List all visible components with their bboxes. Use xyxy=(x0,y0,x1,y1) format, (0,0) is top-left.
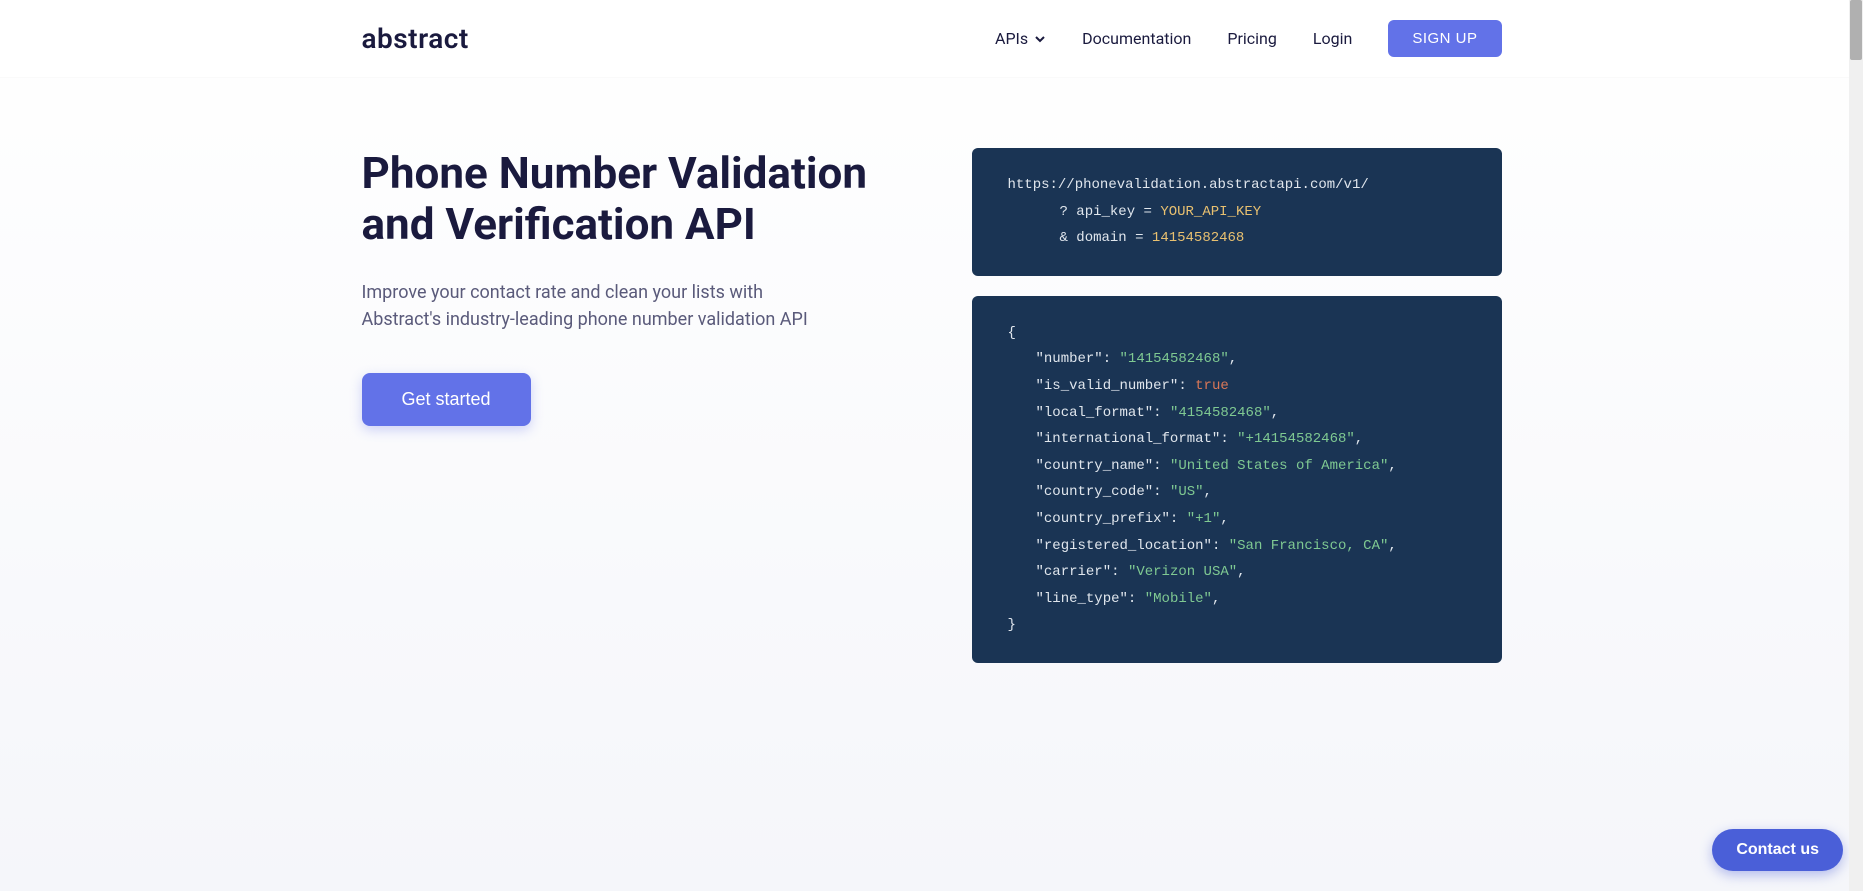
contact-us-button[interactable]: Contact us xyxy=(1712,829,1843,871)
code-response-line: "line_type": "Mobile", xyxy=(1008,586,1466,613)
code-response-line: "country_code": "US", xyxy=(1008,479,1466,506)
hero-right: https://phonevalidation.abstractapi.com/… xyxy=(972,148,1502,663)
code-response-line: "country_prefix": "+1", xyxy=(1008,506,1466,533)
nav-apis-label: APIs xyxy=(995,29,1028,48)
nav-documentation[interactable]: Documentation xyxy=(1082,29,1191,48)
main: Phone Number Validation and Verification… xyxy=(332,78,1532,733)
code-response-line: "registered_location": "San Francisco, C… xyxy=(1008,533,1466,560)
page-subtitle: Improve your contact rate and clean your… xyxy=(362,279,822,333)
nav-pricing[interactable]: Pricing xyxy=(1227,29,1277,48)
scrollbar-thumb[interactable] xyxy=(1850,0,1862,60)
code-response-line: "carrier": "Verizon USA", xyxy=(1008,559,1466,586)
signup-button[interactable]: SIGN UP xyxy=(1388,20,1501,57)
header: abstract APIs Documentation Pricing Logi… xyxy=(0,0,1863,78)
code-param2: & domain = 14154582468 xyxy=(1008,225,1466,252)
code-response-line: "local_format": "4154582468", xyxy=(1008,400,1466,427)
nav: APIs Documentation Pricing Login SIGN UP xyxy=(995,20,1501,57)
code-response-line: "is_valid_number": true xyxy=(1008,373,1466,400)
code-response-line: "country_name": "United States of Americ… xyxy=(1008,453,1466,480)
get-started-button[interactable]: Get started xyxy=(362,373,531,426)
logo[interactable]: abstract xyxy=(362,22,469,55)
nav-apis[interactable]: APIs xyxy=(995,29,1046,48)
code-brace-open: { xyxy=(1008,325,1016,341)
scrollbar-track[interactable] xyxy=(1849,0,1863,891)
header-inner: abstract APIs Documentation Pricing Logi… xyxy=(332,20,1532,57)
code-response-line: "international_format": "+14154582468", xyxy=(1008,426,1466,453)
code-response-block: { "number": "14154582468","is_valid_numbe… xyxy=(972,296,1502,663)
code-response-line: "number": "14154582468", xyxy=(1008,346,1466,373)
page-title: Phone Number Validation and Verification… xyxy=(362,148,892,249)
code-request-block: https://phonevalidation.abstractapi.com/… xyxy=(972,148,1502,276)
nav-login[interactable]: Login xyxy=(1313,29,1352,48)
code-param1: ? api_key = YOUR_API_KEY xyxy=(1008,199,1466,226)
chevron-down-icon xyxy=(1034,33,1046,45)
code-brace-close: } xyxy=(1008,617,1016,633)
code-url: https://phonevalidation.abstractapi.com/… xyxy=(1008,177,1369,193)
hero-left: Phone Number Validation and Verification… xyxy=(362,148,892,426)
